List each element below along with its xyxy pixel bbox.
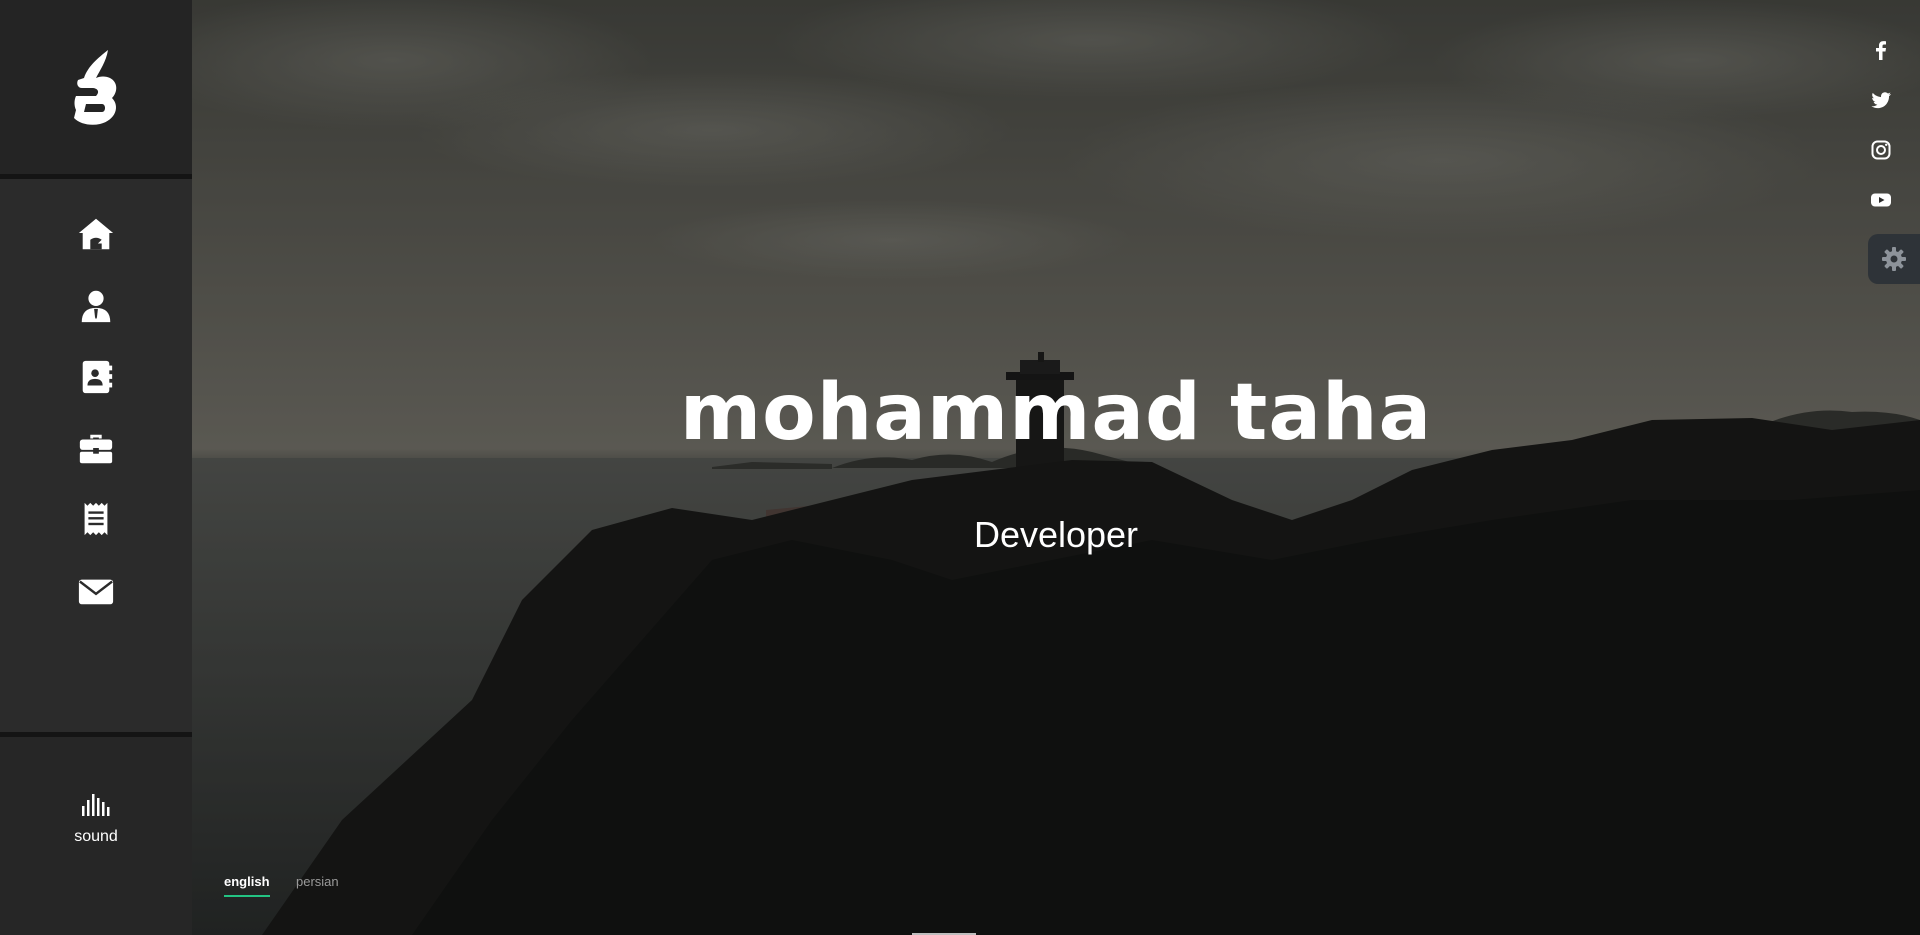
settings-button[interactable] — [1868, 234, 1920, 284]
hero-name: mohammad taha — [679, 368, 1433, 458]
logo-icon[interactable] — [70, 48, 122, 126]
sidebar-item-contact-book[interactable] — [0, 346, 192, 408]
briefcase-icon — [79, 434, 113, 464]
receipt-icon — [84, 502, 108, 536]
home-icon — [78, 218, 114, 250]
sidebar: sound — [0, 0, 192, 935]
instagram-link[interactable] — [1866, 135, 1896, 165]
twitter-icon — [1871, 92, 1891, 109]
sidebar-item-home[interactable] — [0, 203, 192, 265]
sound-bars-icon — [82, 794, 110, 816]
sidebar-item-portfolio[interactable] — [0, 417, 192, 479]
youtube-link[interactable] — [1866, 185, 1896, 215]
instagram-icon — [1871, 140, 1891, 160]
hero-role: Developer — [973, 514, 1139, 555]
facebook-icon — [1876, 41, 1886, 60]
facebook-link[interactable] — [1866, 35, 1896, 65]
sidebar-item-resume[interactable] — [0, 488, 192, 550]
contact-book-icon — [82, 360, 113, 394]
language-english[interactable]: english — [224, 874, 270, 897]
sound-label: sound — [74, 828, 118, 845]
youtube-icon — [1871, 193, 1891, 207]
twitter-link[interactable] — [1866, 85, 1896, 115]
envelope-icon — [78, 579, 114, 605]
sidebar-item-about[interactable] — [0, 275, 192, 337]
sidebar-item-contact[interactable] — [0, 560, 192, 622]
language-persian[interactable]: persian — [296, 874, 339, 889]
logo-area — [0, 0, 192, 174]
sound-toggle[interactable]: sound — [46, 792, 146, 862]
user-icon — [81, 290, 111, 323]
hero-background — [192, 0, 1920, 935]
gear-icon — [1882, 247, 1906, 271]
